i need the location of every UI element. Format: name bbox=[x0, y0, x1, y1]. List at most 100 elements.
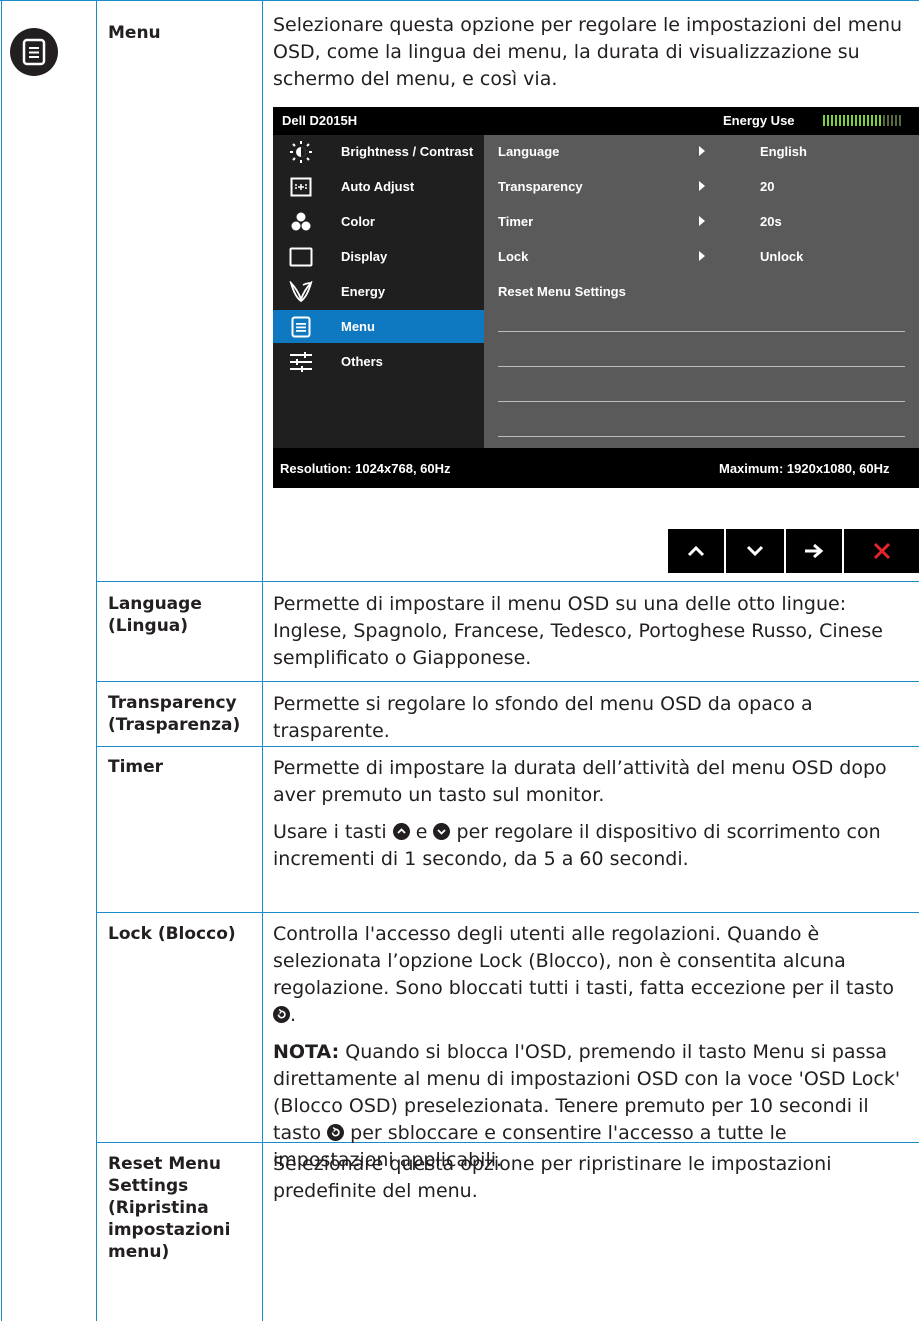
energy-meter-bar bbox=[855, 115, 857, 126]
osd-energy-label: Energy Use bbox=[723, 113, 795, 128]
osd-setting-transparency[interactable]: Transparency 20 bbox=[484, 170, 919, 203]
energy-meter-bar bbox=[899, 115, 901, 126]
triangle-right-icon bbox=[699, 216, 705, 226]
osd-row-divider bbox=[498, 331, 905, 332]
row-label-timer: Timer bbox=[108, 757, 164, 777]
osd-setting-value: Unlock bbox=[760, 249, 804, 264]
osd-category-brightness-contrast[interactable]: Brightness / Contrast bbox=[273, 135, 484, 168]
energy-meter-bar bbox=[883, 115, 885, 126]
arrow-right-icon bbox=[805, 543, 824, 559]
menu-icon bbox=[287, 315, 315, 339]
osd-category-display[interactable]: Display bbox=[273, 240, 484, 273]
row-label-menu: Menu bbox=[108, 23, 161, 43]
chevron-down-icon bbox=[746, 545, 764, 557]
row-description-reset-menu-settings: Selezionare questa opzione per ripristin… bbox=[273, 1153, 832, 1202]
osd-category-color[interactable]: Color bbox=[273, 205, 484, 238]
energy-meter-bar bbox=[835, 115, 837, 126]
triangle-right-icon bbox=[699, 251, 705, 261]
table-rule bbox=[96, 746, 919, 747]
osd-category-label: Display bbox=[341, 249, 388, 264]
triangle-right-icon bbox=[699, 146, 705, 156]
energy-meter-bar bbox=[863, 115, 865, 126]
osd-category-others[interactable]: Others bbox=[273, 345, 484, 378]
row-label-transparency: Transparency (Trasparenza) bbox=[108, 693, 241, 735]
osd-resolution: Resolution: 1024x768, 60Hz bbox=[280, 461, 451, 476]
osd-model-name: Dell D2015H bbox=[282, 113, 358, 128]
energy-meter-bar bbox=[875, 115, 877, 126]
osd-category-energy[interactable]: Energy bbox=[273, 275, 484, 308]
table-rule bbox=[96, 581, 919, 582]
energy-meter-bar bbox=[843, 115, 845, 126]
table-rule bbox=[262, 0, 263, 1321]
energy-meter-bar bbox=[879, 115, 881, 126]
row-label-lock: Lock (Blocco) bbox=[108, 924, 236, 944]
table-rule bbox=[96, 681, 919, 682]
lock-description: Controlla l'accesso degli utenti alle re… bbox=[273, 923, 894, 1026]
energy-meter-bar bbox=[871, 115, 873, 126]
osd-setting-value: 20 bbox=[760, 179, 775, 194]
osd-setting-name: Transparency bbox=[498, 179, 583, 194]
osd-row-divider bbox=[498, 366, 905, 367]
energy-meter-bar bbox=[891, 115, 893, 126]
display-icon bbox=[287, 245, 315, 269]
energy-meter-bar bbox=[823, 115, 825, 126]
osd-header: Dell D2015H Energy Use bbox=[273, 107, 919, 135]
others-icon bbox=[287, 350, 315, 374]
down-button-icon bbox=[433, 823, 451, 840]
enter-button[interactable] bbox=[786, 529, 842, 573]
osd-category-menu[interactable]: Menu bbox=[273, 310, 484, 343]
row-description-menu: Selezionare questa opzione per regolare … bbox=[273, 14, 903, 90]
osd-setting-value: English bbox=[760, 144, 807, 159]
osd-category-label: Color bbox=[341, 214, 375, 229]
energy-meter-bar bbox=[867, 115, 869, 126]
energy-meter-bar bbox=[847, 115, 849, 126]
energy-meter-bar bbox=[895, 115, 897, 126]
up-button[interactable] bbox=[668, 529, 724, 573]
osd-category-label: Menu bbox=[341, 319, 375, 334]
osd-setting-name: Reset Menu Settings bbox=[498, 284, 626, 299]
osd-row-divider bbox=[498, 436, 905, 437]
osd-footer: Resolution: 1024x768, 60Hz Maximum: 1920… bbox=[273, 448, 919, 488]
up-button-icon bbox=[392, 823, 410, 840]
table-rule bbox=[0, 0, 919, 1]
energy-meter-bar bbox=[839, 115, 841, 126]
osd-menu-screenshot: Dell D2015H Energy Use Brightness / Cont… bbox=[273, 107, 919, 488]
triangle-right-icon bbox=[699, 181, 705, 191]
osd-setting-timer[interactable]: Timer 20s bbox=[484, 205, 919, 238]
timer-description: Permette di impostare la durata dell’att… bbox=[273, 757, 887, 806]
back-button-icon bbox=[273, 1006, 290, 1023]
menu-section-table: Menu Selezionare questa opzione per rego… bbox=[0, 0, 919, 1321]
osd-category-label: Others bbox=[341, 354, 383, 369]
row-description-transparency: Permette si regolare lo sfondo del menu … bbox=[273, 693, 813, 742]
chevron-up-icon bbox=[687, 545, 705, 557]
row-label-language: Language (Lingua) bbox=[108, 594, 202, 636]
osd-row-divider bbox=[498, 401, 905, 402]
table-rule bbox=[96, 0, 97, 1321]
osd-setting-name: Timer bbox=[498, 214, 534, 229]
exit-button[interactable] bbox=[844, 529, 919, 573]
osd-category-auto-adjust[interactable]: Auto Adjust bbox=[273, 170, 484, 203]
energy-meter bbox=[823, 115, 901, 126]
row-label-reset-menu-settings: Reset Menu Settings (Ripristina impostaz… bbox=[108, 1154, 231, 1262]
energy-meter-bar bbox=[831, 115, 833, 126]
osd-category-list: Brightness / Contrast Auto Adjust Color Dis… bbox=[273, 135, 484, 448]
osd-category-label: Brightness / Contrast bbox=[341, 144, 474, 159]
osd-category-label: Auto Adjust bbox=[341, 179, 415, 194]
energy-icon bbox=[287, 280, 315, 304]
energy-meter-bar bbox=[887, 115, 889, 126]
brightness-icon bbox=[287, 140, 315, 164]
osd-category-label: Energy bbox=[341, 284, 386, 299]
osd-setting-language[interactable]: Language English bbox=[484, 135, 919, 168]
back-button-icon bbox=[327, 1124, 345, 1141]
down-button[interactable] bbox=[726, 529, 784, 573]
menu-icon bbox=[10, 28, 58, 76]
row-description-timer: Permette di impostare la durata dell’att… bbox=[273, 755, 913, 873]
row-description-language: Permette di impostare il menu OSD su una… bbox=[273, 593, 883, 669]
osd-setting-lock[interactable]: Lock Unlock bbox=[484, 240, 919, 273]
energy-meter-bar bbox=[827, 115, 829, 126]
energy-meter-bar bbox=[851, 115, 853, 126]
table-rule bbox=[1, 0, 2, 1321]
osd-setting-reset-menu-settings[interactable]: Reset Menu Settings bbox=[484, 275, 919, 308]
timer-usage: Usare i tasti e per regolare il disposit… bbox=[273, 821, 881, 870]
table-rule bbox=[96, 912, 919, 913]
